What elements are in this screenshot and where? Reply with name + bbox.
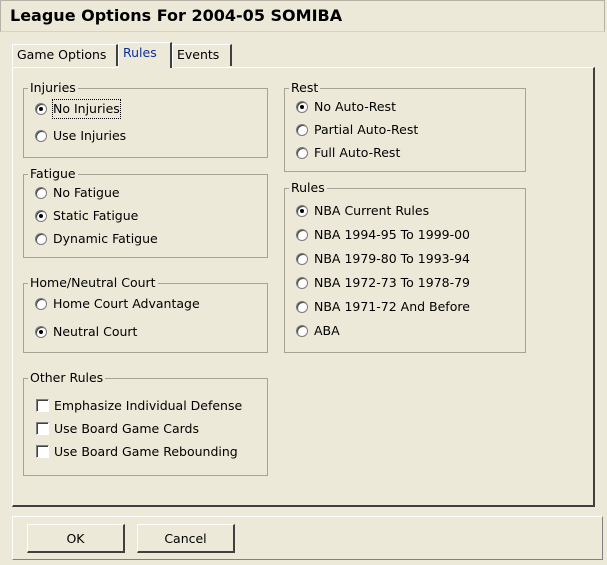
radio-button-icon (35, 103, 47, 115)
rules-tab-panel: Injuries No Injuries Use Injuries Fatigu… (12, 67, 595, 507)
option-label: No Injuries (52, 99, 121, 119)
cancel-button[interactable]: Cancel (137, 524, 235, 553)
injuries-group-title: Injuries (28, 80, 78, 96)
radio-button-icon (35, 130, 47, 142)
option-label: Emphasize Individual Defense (54, 398, 243, 413)
radio-button-icon (296, 205, 308, 217)
option-label: Dynamic Fatigue (53, 231, 158, 246)
radio-button-icon (296, 277, 308, 289)
ok-button[interactable]: OK (27, 524, 125, 553)
radio-button-icon (296, 147, 308, 159)
radio-button-icon (35, 210, 47, 222)
rest-group-title: Rest (289, 80, 321, 96)
radio-button-icon (296, 101, 308, 113)
radio-button-icon (296, 301, 308, 313)
button-bar: OK Cancel (12, 516, 603, 560)
tab-game-options[interactable]: Game Options (12, 44, 118, 66)
checkbox-icon (36, 399, 49, 412)
tab-label: Events (177, 47, 220, 62)
option-label: Home Court Advantage (53, 296, 200, 311)
option-label: Neutral Court (53, 324, 138, 339)
option-label: Partial Auto-Rest (314, 122, 419, 137)
radio-button-icon (296, 124, 308, 136)
title-bar: League Options For 2004-05 SOMIBA (0, 0, 605, 32)
other-rules-group: Other Rules Emphasize Individual Defense… (23, 370, 268, 476)
option-label: ABA (314, 323, 340, 338)
court-group-title: Home/Neutral Court (28, 275, 158, 291)
option-label: Full Auto-Rest (314, 145, 401, 160)
injuries-group: Injuries No Injuries Use Injuries (23, 80, 268, 158)
other-rules-group-title: Other Rules (28, 370, 106, 386)
tab-events[interactable]: Events (172, 44, 232, 66)
option-label: NBA 1971-72 And Before (314, 299, 470, 314)
radio-button-icon (296, 325, 308, 337)
option-label: Static Fatigue (53, 208, 139, 223)
radio-button-icon (35, 187, 47, 199)
checkbox-icon (36, 445, 49, 458)
option-label: NBA 1994-95 To 1999-00 (314, 227, 471, 242)
option-label: NBA 1972-73 To 1978-79 (314, 275, 471, 290)
court-group: Home/Neutral Court Home Court Advantage … (23, 275, 268, 353)
option-label: No Fatigue (53, 185, 120, 200)
fatigue-group-title: Fatigue (28, 166, 78, 182)
radio-button-icon (35, 326, 47, 338)
window-title: League Options For 2004-05 SOMIBA (10, 6, 343, 25)
tab-label: Game Options (17, 47, 107, 62)
radio-button-icon (296, 253, 308, 265)
option-label: NBA 1979-80 To 1993-94 (314, 251, 471, 266)
option-label: Use Board Game Cards (54, 421, 199, 436)
rules-group-title: Rules (289, 180, 327, 196)
option-label: NBA Current Rules (314, 203, 430, 218)
tab-rules[interactable]: Rules (118, 42, 172, 68)
rules-group: Rules NBA Current Rules NBA 1994-95 To 1… (284, 180, 526, 353)
option-label: Use Injuries (53, 128, 127, 143)
checkbox-icon (36, 422, 49, 435)
radio-button-icon (296, 229, 308, 241)
option-label: Use Board Game Rebounding (54, 444, 238, 459)
tab-label: Rules (123, 45, 157, 60)
fatigue-group: Fatigue No Fatigue Static Fatigue Dynami… (23, 166, 268, 258)
radio-button-icon (35, 298, 47, 310)
radio-button-icon (35, 233, 47, 245)
option-label: No Auto-Rest (314, 99, 396, 114)
rest-group: Rest No Auto-Rest Partial Auto-Rest Full… (284, 80, 526, 172)
